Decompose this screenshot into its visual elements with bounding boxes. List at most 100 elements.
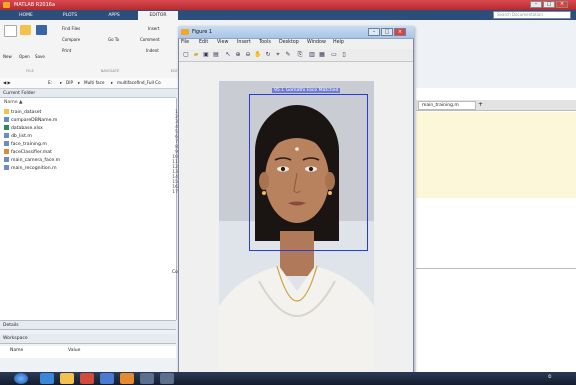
workspace-name-column[interactable]: Name: [10, 348, 23, 353]
face-match-label: 95.1 Gomathi Face Matched: [272, 88, 341, 93]
figure-maximize-button[interactable]: □: [381, 28, 393, 36]
hide-plot-tools-icon[interactable]: ▭: [330, 51, 338, 59]
taskbar-matlab-icon[interactable]: [120, 373, 134, 384]
path-segment[interactable]: DIP: [66, 78, 73, 88]
section-navigate-label: NAVIGATE: [100, 68, 120, 73]
details-panel-header[interactable]: Details: [0, 320, 176, 330]
editor-code-region[interactable]: [416, 112, 576, 198]
new-figure-icon[interactable]: ▢: [182, 51, 190, 59]
maximize-button[interactable]: □: [543, 1, 555, 8]
figure-minimize-button[interactable]: –: [368, 28, 380, 36]
menu-view[interactable]: View: [217, 40, 228, 45]
path-segment[interactable]: multifacefind_Full Co: [117, 78, 161, 88]
current-folder-panel: Name ▲ train_dataset compareDBName.m dat…: [0, 98, 177, 320]
list-item[interactable]: db_list.m: [4, 133, 32, 139]
path-separator-icon: ▸: [111, 80, 114, 85]
pan-icon[interactable]: ✋: [254, 51, 262, 59]
list-item[interactable]: train_dataset: [4, 109, 41, 115]
start-orb-icon[interactable]: [14, 373, 28, 384]
insert-button[interactable]: Insert: [148, 26, 159, 31]
figure-menubar: File Edit View Insert Tools Desktop Wind…: [179, 39, 413, 48]
minimize-button[interactable]: –: [530, 1, 542, 8]
figure-toolbar: ▢ ▰ ▣ ▤ ↖ ⊕ ⊖ ✋ ↻ ⌖ ✎ ⎘ ▥ ▦ ▭ ▯: [179, 49, 413, 62]
figure-app-icon: [181, 29, 189, 35]
menu-tools[interactable]: Tools: [259, 40, 271, 45]
data-cursor-icon[interactable]: ⌖: [274, 51, 282, 59]
rotate-3d-icon[interactable]: ↻: [264, 51, 272, 59]
path-separator-icon: ▸: [78, 80, 81, 85]
print-icon[interactable]: ▤: [212, 51, 220, 59]
menu-help[interactable]: Help: [333, 40, 344, 45]
pointer-icon[interactable]: ↖: [224, 51, 232, 59]
menu-desktop[interactable]: Desktop: [279, 40, 299, 45]
save-disk-icon[interactable]: [36, 25, 47, 35]
taskbar-ie-icon[interactable]: [40, 373, 54, 384]
path-segment[interactable]: E:: [48, 78, 52, 88]
list-item[interactable]: main_recognition.m: [4, 165, 57, 171]
colorbar-icon[interactable]: ▥: [308, 51, 316, 59]
close-button[interactable]: ×: [556, 1, 568, 8]
figure-titlebar[interactable]: Figure 1 – □ ×: [178, 26, 414, 39]
compare-button[interactable]: Compare: [62, 37, 80, 42]
taskbar-app-icon[interactable]: [100, 373, 114, 384]
zoom-out-icon[interactable]: ⊖: [244, 51, 252, 59]
editor-tab-main-training[interactable]: main_training.m: [418, 101, 476, 110]
address-bar[interactable]: ◀ ▶ E: ▸ DIP ▸ Multi face ▸ multifacefin…: [0, 78, 200, 89]
find-files-button[interactable]: Find Files: [62, 26, 80, 31]
tab-plots[interactable]: PLOTS: [50, 11, 90, 20]
legend-icon[interactable]: ▦: [318, 51, 326, 59]
tab-home[interactable]: HOME: [6, 11, 46, 20]
menu-edit[interactable]: Edit: [199, 40, 208, 45]
open-button[interactable]: Open: [19, 54, 30, 59]
path-separator-icon: ▸: [60, 80, 63, 85]
open-file-icon[interactable]: ▰: [192, 51, 200, 59]
list-item[interactable]: face_training.m: [4, 141, 47, 147]
excel-file-icon: [4, 125, 9, 130]
figure-close-button[interactable]: ×: [394, 28, 406, 36]
section-file-label: FILE: [26, 68, 34, 73]
taskbar-explorer-icon[interactable]: [60, 373, 74, 384]
comment-button[interactable]: Comment: [140, 37, 160, 42]
system-clock[interactable]: ⏲: [548, 374, 552, 380]
indent-button[interactable]: Indent: [146, 48, 159, 53]
path-segment[interactable]: Multi face: [84, 78, 105, 88]
open-folder-icon[interactable]: [20, 25, 31, 35]
app-title: MATLAB R2016a: [14, 2, 56, 8]
workspace-table: Name Value: [0, 346, 176, 358]
tab-editor[interactable]: EDITOR: [138, 11, 178, 20]
workspace-header[interactable]: Workspace: [0, 334, 176, 344]
taskbar-window-icon[interactable]: [140, 373, 154, 384]
name-column-header[interactable]: Name ▲: [4, 100, 23, 105]
print-button[interactable]: Print: [62, 48, 71, 53]
folder-icon: [4, 109, 9, 114]
toolstrip-tabs: HOME PLOTS APPS EDITOR: [0, 10, 576, 20]
list-item[interactable]: compareDBName.m: [4, 117, 57, 123]
figure-title: Figure 1: [192, 29, 213, 35]
menu-insert[interactable]: Insert: [237, 40, 251, 45]
menu-file[interactable]: File: [181, 40, 189, 45]
show-plot-tools-icon[interactable]: ▯: [340, 51, 348, 59]
list-item[interactable]: database.xlsx: [4, 125, 43, 131]
go-to-button[interactable]: Go To: [108, 37, 119, 42]
workspace-value-column[interactable]: Value: [68, 348, 80, 353]
link-icon[interactable]: ⎘: [296, 51, 304, 59]
list-item[interactable]: main_camera_face.m: [4, 157, 60, 163]
editor-line-numbers: 1 2 3 4 5 6 7 8 9 10 11 12 13 14 15 16 17: [172, 110, 178, 195]
list-item[interactable]: faceClassifier.mat: [4, 149, 52, 155]
taskbar-media-icon[interactable]: [80, 373, 94, 384]
matlab-titlebar: MATLAB R2016a – □ ×: [0, 0, 576, 10]
tab-apps[interactable]: APPS: [94, 11, 134, 20]
current-folder-header: Current Folder: [0, 89, 176, 98]
mat-file-icon: [4, 149, 9, 154]
brush-icon[interactable]: ✎: [284, 51, 292, 59]
save-figure-icon[interactable]: ▣: [202, 51, 210, 59]
new-button[interactable]: New: [3, 54, 12, 59]
taskbar-figure-icon[interactable]: [160, 373, 174, 384]
zoom-in-icon[interactable]: ⊕: [234, 51, 242, 59]
save-button[interactable]: Save: [35, 54, 45, 59]
back-arrow-icon[interactable]: ◀ ▶: [3, 78, 11, 88]
menu-window[interactable]: Window: [307, 40, 326, 45]
search-documentation-input[interactable]: Search Documentation: [493, 11, 571, 19]
new-tab-plus-icon[interactable]: +: [478, 101, 483, 109]
new-file-icon[interactable]: [4, 25, 17, 37]
